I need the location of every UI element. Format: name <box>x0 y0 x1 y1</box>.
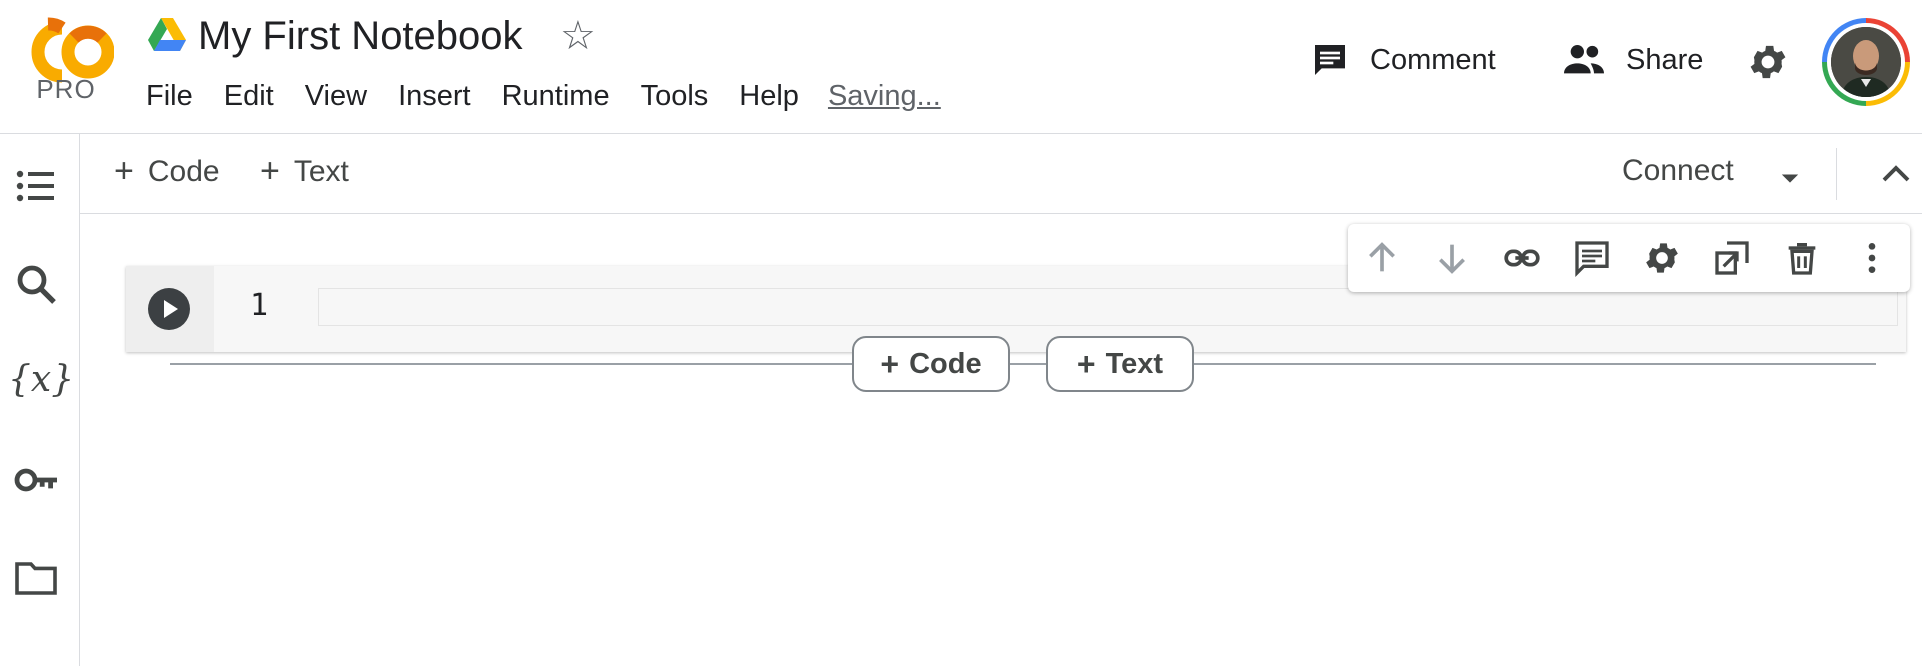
plus-icon: + <box>114 152 134 190</box>
insert-code-label: Code <box>909 347 982 380</box>
gear-icon[interactable] <box>1746 40 1790 84</box>
search-icon[interactable] <box>12 260 60 308</box>
menu-help[interactable]: Help <box>739 80 799 113</box>
link-icon[interactable] <box>1502 238 1542 278</box>
star-icon[interactable]: ☆ <box>560 16 596 56</box>
caret-down-icon[interactable] <box>1776 164 1804 192</box>
code-editor[interactable] <box>318 288 1898 326</box>
insert-text-cell-button[interactable]: + Text <box>1046 336 1194 392</box>
menu-tools[interactable]: Tools <box>641 80 709 113</box>
connect-button[interactable]: Connect <box>1622 154 1734 188</box>
comment-icon <box>1315 45 1345 75</box>
gear-icon[interactable] <box>1642 238 1682 278</box>
avatar-photo <box>1831 27 1901 97</box>
share-button[interactable]: Share <box>1562 40 1703 80</box>
cell-toolbar <box>1348 224 1910 292</box>
insert-code-cell-button[interactable]: + Code <box>852 336 1010 392</box>
table-of-contents-icon[interactable] <box>12 162 60 210</box>
menu-bar: File Edit View Insert Runtime Tools Help… <box>146 80 972 113</box>
trash-icon[interactable] <box>1782 238 1822 278</box>
play-icon <box>164 300 178 318</box>
share-label: Share <box>1626 43 1704 76</box>
saving-status[interactable]: Saving... <box>828 80 941 113</box>
menu-view[interactable]: View <box>305 80 367 113</box>
arrow-up-icon[interactable] <box>1362 238 1402 278</box>
key-icon[interactable] <box>12 456 60 504</box>
variables-icon[interactable]: {x} <box>8 356 74 404</box>
add-cell-divider <box>170 363 1876 365</box>
folder-icon[interactable] <box>12 554 60 602</box>
add-code-button[interactable]: + Code <box>114 152 220 191</box>
people-icon <box>1564 45 1604 74</box>
menu-file[interactable]: File <box>146 80 193 113</box>
mirror-cell-icon[interactable] <box>1712 238 1752 278</box>
top-header: PRO My First Notebook ☆ File Edit View I… <box>0 0 1922 134</box>
menu-runtime[interactable]: Runtime <box>502 80 610 113</box>
arrow-down-icon[interactable] <box>1432 238 1472 278</box>
add-text-label: Text <box>293 154 349 188</box>
avatar[interactable] <box>1822 18 1910 106</box>
comment-label: Comment <box>1370 43 1496 76</box>
notebook-toolbar: + Code + Text Connect <box>80 134 1922 214</box>
run-cell-button[interactable] <box>148 288 190 330</box>
add-code-label: Code <box>147 154 220 188</box>
notebook-title[interactable]: My First Notebook <box>198 14 523 59</box>
chevron-up-icon[interactable] <box>1878 156 1914 192</box>
plus-icon: + <box>1076 345 1096 382</box>
comment-button[interactable]: Comment <box>1310 40 1496 80</box>
google-drive-icon[interactable] <box>148 18 186 52</box>
line-number: 1 <box>250 288 269 323</box>
more-vert-icon[interactable] <box>1852 238 1892 278</box>
insert-text-label: Text <box>1105 347 1164 380</box>
menu-edit[interactable]: Edit <box>224 80 274 113</box>
left-sidebar: {x} <box>0 134 80 666</box>
plus-icon: + <box>260 152 280 190</box>
comment-icon[interactable] <box>1572 238 1612 278</box>
plus-icon: + <box>880 345 900 382</box>
pro-badge: PRO <box>36 74 96 104</box>
menu-insert[interactable]: Insert <box>398 80 471 113</box>
toolbar-separator <box>1836 148 1837 200</box>
add-text-button[interactable]: + Text <box>260 152 349 191</box>
